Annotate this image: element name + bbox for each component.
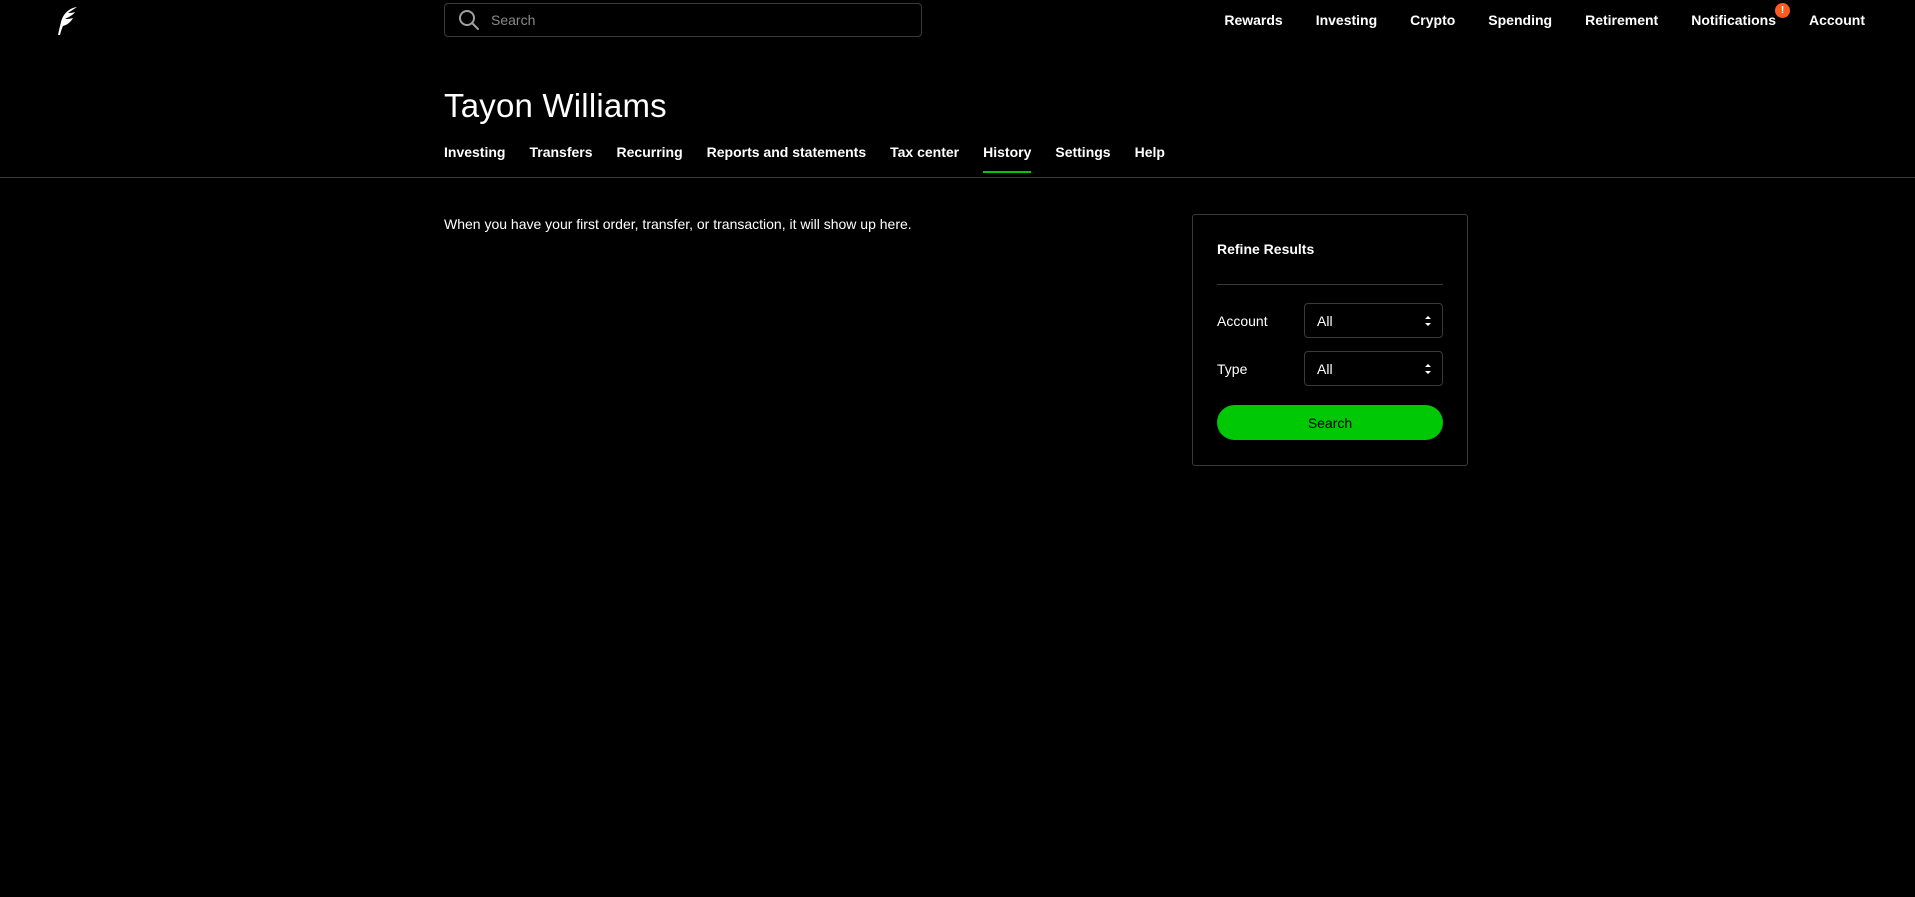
type-filter-select[interactable]: All xyxy=(1304,351,1443,386)
robinhood-feather-icon[interactable] xyxy=(55,6,81,36)
select-arrows-icon xyxy=(1425,316,1431,326)
header-divider xyxy=(0,177,1915,178)
tab-investing[interactable]: Investing xyxy=(444,143,505,173)
refine-divider xyxy=(1217,284,1443,285)
account-tabs: Investing Transfers Recurring Reports an… xyxy=(444,143,1189,173)
tab-tax-center[interactable]: Tax center xyxy=(890,143,959,173)
empty-history-message: When you have your first order, transfer… xyxy=(444,216,912,232)
tab-recurring[interactable]: Recurring xyxy=(617,143,683,173)
tab-transfers[interactable]: Transfers xyxy=(529,143,592,173)
nav-investing[interactable]: Investing xyxy=(1316,11,1377,29)
refine-results-panel: Refine Results Account All Type All Sear… xyxy=(1192,214,1468,466)
type-filter-value: All xyxy=(1317,360,1333,377)
search-bar[interactable] xyxy=(444,3,922,37)
nav-notifications[interactable]: Notifications! xyxy=(1691,3,1790,29)
tab-help[interactable]: Help xyxy=(1135,143,1165,173)
refine-title: Refine Results xyxy=(1217,241,1315,257)
account-filter-value: All xyxy=(1317,312,1333,329)
search-button[interactable]: Search xyxy=(1217,405,1443,440)
account-filter-label: Account xyxy=(1217,313,1268,329)
notification-badge: ! xyxy=(1775,3,1790,18)
nav-retirement[interactable]: Retirement xyxy=(1585,11,1658,29)
select-arrows-icon xyxy=(1425,364,1431,374)
search-icon xyxy=(459,10,479,30)
nav-notifications-label: Notifications xyxy=(1691,12,1776,28)
account-filter-select[interactable]: All xyxy=(1304,303,1443,338)
nav-spending[interactable]: Spending xyxy=(1488,11,1552,29)
nav-crypto[interactable]: Crypto xyxy=(1410,11,1455,29)
top-nav: Rewards Investing Crypto Spending Retire… xyxy=(1191,3,1865,29)
tab-history[interactable]: History xyxy=(983,143,1032,173)
tab-settings[interactable]: Settings xyxy=(1055,143,1110,173)
type-filter-label: Type xyxy=(1217,361,1248,377)
tab-reports-and-statements[interactable]: Reports and statements xyxy=(707,143,866,173)
page-title: Tayon Williams xyxy=(444,87,667,124)
search-input[interactable] xyxy=(489,11,913,29)
nav-account[interactable]: Account xyxy=(1809,11,1865,29)
nav-rewards[interactable]: Rewards xyxy=(1224,11,1282,29)
